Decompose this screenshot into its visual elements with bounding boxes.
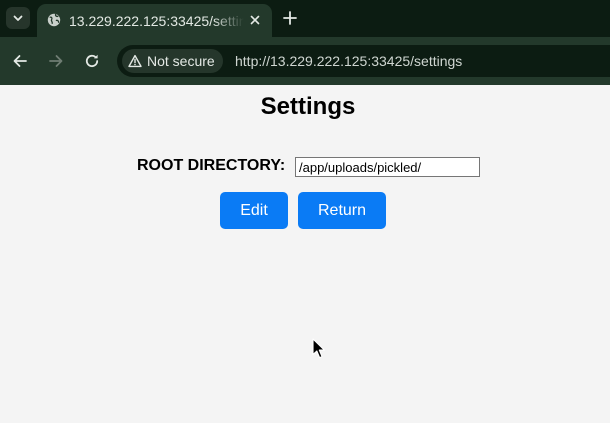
close-icon[interactable] [248,13,262,27]
page-title: Settings [260,93,356,120]
mouse-cursor-icon [312,338,325,359]
browser-tab-active[interactable]: 13.229.222.125:33425/settings [37,4,272,37]
forward-arrow-icon[interactable] [47,52,65,70]
return-button[interactable]: Return [298,192,386,229]
page-content: Settings ROOT DIRECTORY: Edit Return [0,85,610,423]
browser-toolbar: Not secure http://13.229.222.125:33425/s… [0,37,610,85]
tab-strip: 13.229.222.125:33425/settings [0,0,610,37]
plus-icon[interactable] [281,9,299,27]
security-status-label: Not secure [147,53,215,69]
edit-button[interactable]: Edit [220,192,288,229]
tab-title: 13.229.222.125:33425/settings [69,13,244,29]
site-info-button[interactable]: Not secure [122,49,223,73]
chevron-down-icon [13,15,23,21]
url-text[interactable]: http://13.229.222.125:33425/settings [235,52,462,70]
warning-triangle-icon [128,54,142,68]
address-bar[interactable]: Not secure http://13.229.222.125:33425/s… [117,45,610,77]
globe-icon [47,13,61,27]
tab-search-button[interactable] [6,7,30,29]
reload-icon[interactable] [83,52,101,70]
root-directory-label: ROOT DIRECTORY: [137,157,286,174]
root-directory-input[interactable] [295,157,480,177]
back-arrow-icon[interactable] [11,52,29,70]
